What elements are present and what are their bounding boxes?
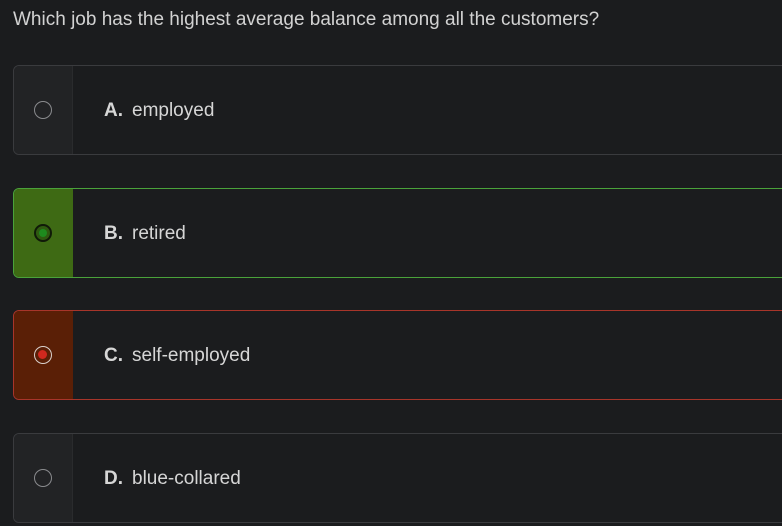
option-b[interactable]: B. retired bbox=[13, 188, 782, 278]
option-text: employed bbox=[132, 100, 215, 121]
option-a-label: A. employed bbox=[104, 99, 214, 123]
radio-checked-icon[interactable] bbox=[34, 346, 52, 364]
radio-unchecked-icon[interactable] bbox=[34, 101, 52, 119]
option-letter: D. bbox=[104, 468, 123, 489]
option-b-radio-cell[interactable] bbox=[14, 189, 73, 277]
option-a-radio-cell[interactable] bbox=[14, 66, 73, 154]
option-text: self-employed bbox=[132, 345, 251, 366]
option-a[interactable]: A. employed bbox=[13, 65, 782, 155]
option-text: blue-collared bbox=[132, 468, 241, 489]
option-letter: A. bbox=[104, 100, 123, 121]
option-letter: C. bbox=[104, 345, 123, 366]
option-b-label: B. retired bbox=[104, 222, 186, 246]
question-text: Which job has the highest average balanc… bbox=[13, 9, 600, 30]
option-text: retired bbox=[132, 223, 186, 244]
option-c-label: C. self-employed bbox=[104, 344, 250, 368]
option-c-radio-cell[interactable] bbox=[14, 311, 73, 399]
option-d[interactable]: D. blue-collared bbox=[13, 433, 782, 523]
radio-checked-icon[interactable] bbox=[34, 224, 52, 242]
option-d-label: D. blue-collared bbox=[104, 467, 241, 491]
option-d-radio-cell[interactable] bbox=[14, 434, 73, 522]
option-letter: B. bbox=[104, 223, 123, 244]
radio-unchecked-icon[interactable] bbox=[34, 469, 52, 487]
option-c[interactable]: C. self-employed bbox=[13, 310, 782, 400]
